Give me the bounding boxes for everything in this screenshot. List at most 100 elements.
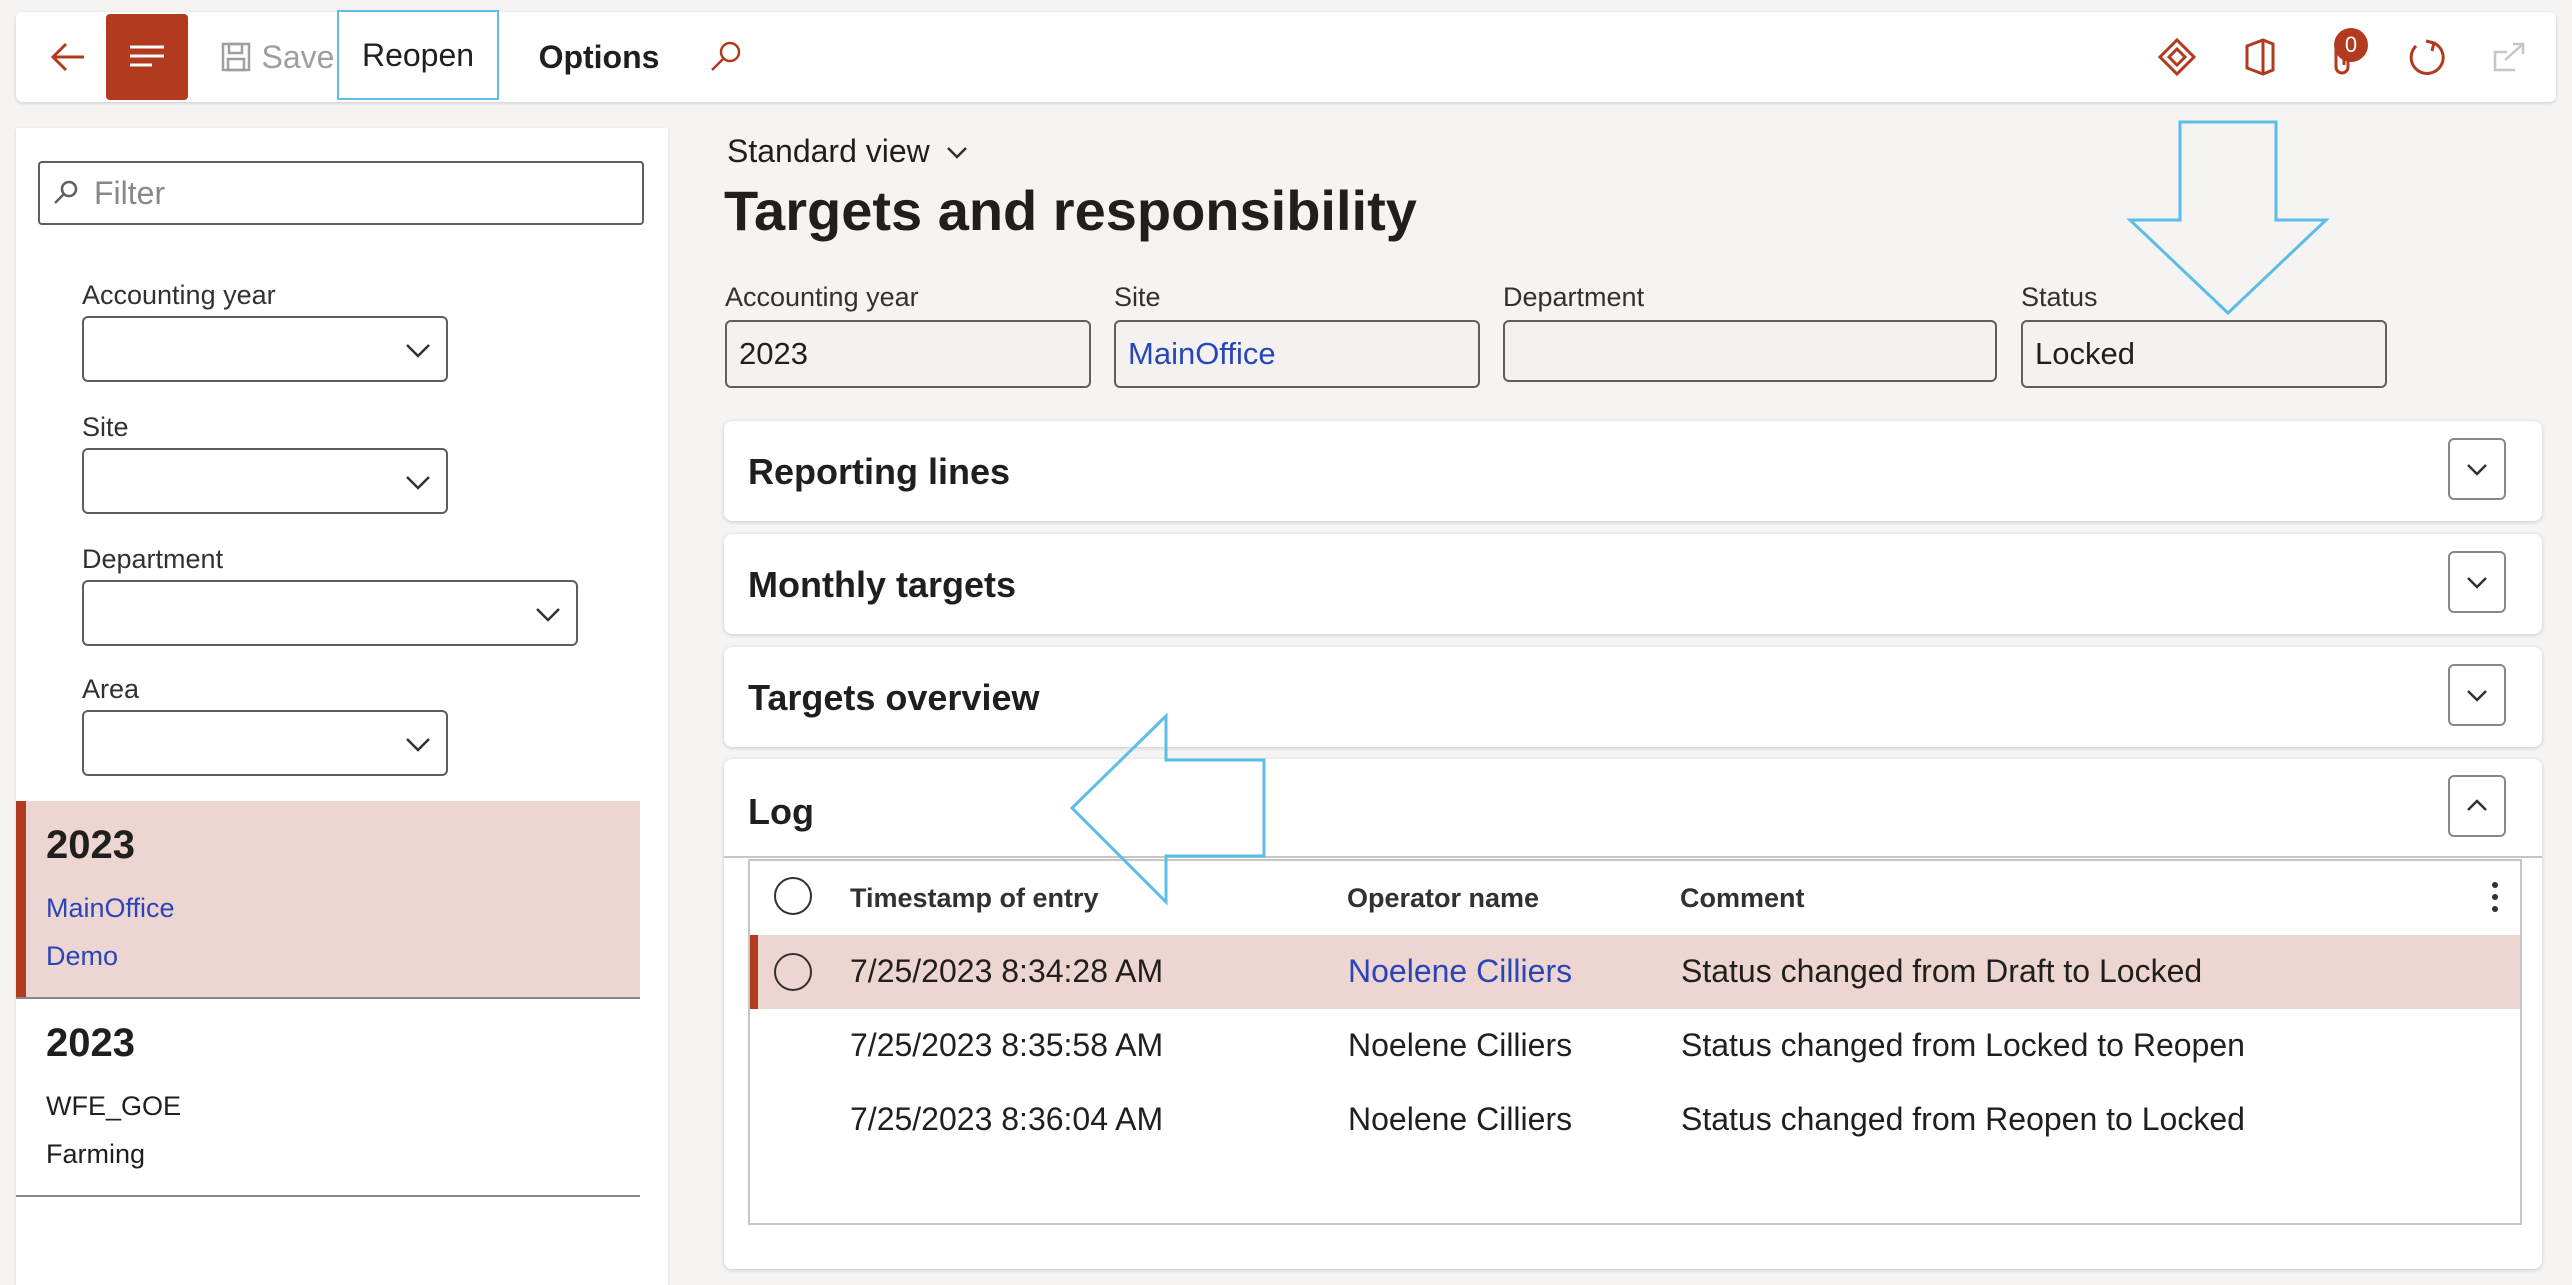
navigation-list-pane: Accounting year Site Department Area 202… xyxy=(16,128,668,1285)
reopen-label: Reopen xyxy=(361,36,475,73)
expand-section-button[interactable] xyxy=(2448,551,2506,613)
navigation-menu-button[interactable] xyxy=(106,14,188,100)
chevron-down-icon xyxy=(536,608,560,622)
open-in-new-window-button[interactable] xyxy=(2482,30,2536,84)
log-section: Log Timestamp of entry Operator name Com… xyxy=(724,759,2542,1269)
save-button[interactable]: Save xyxy=(212,12,342,102)
site-value-link[interactable]: MainOffice xyxy=(1128,336,1276,372)
chevron-down-icon xyxy=(2467,577,2487,589)
list-item[interactable]: 2023 MainOffice Demo xyxy=(16,801,640,999)
accounting-year-filter-label: Accounting year xyxy=(82,280,276,310)
refresh-button[interactable] xyxy=(2399,30,2453,84)
attachments-count-badge: 0 xyxy=(2334,28,2368,62)
column-header-operator[interactable]: Operator name xyxy=(1347,883,1539,914)
operator-cell-link[interactable]: Noelene Cilliers xyxy=(1348,953,1572,990)
back-button[interactable] xyxy=(38,12,98,102)
comment-cell: Status changed from Draft to Locked xyxy=(1681,953,2203,989)
search-button[interactable] xyxy=(696,12,756,102)
column-header-comment[interactable]: Comment xyxy=(1680,883,1805,914)
expand-section-button[interactable] xyxy=(2448,664,2506,726)
site-field[interactable]: MainOffice xyxy=(1114,320,1480,388)
site-filter-label: Site xyxy=(82,412,129,442)
site-label: Site xyxy=(1114,282,1161,312)
department-label: Department xyxy=(1503,282,1645,312)
status-field[interactable]: Locked xyxy=(2021,320,2387,388)
department-filter-label: Department xyxy=(82,544,224,574)
site-filter-select[interactable] xyxy=(82,448,448,514)
timestamp-cell: 7/25/2023 8:36:04 AM xyxy=(850,1101,1164,1137)
chevron-up-icon xyxy=(2467,799,2487,811)
chevron-down-icon xyxy=(2467,690,2487,702)
targets-overview-section: Targets overview xyxy=(724,647,2542,747)
record-site-link[interactable]: MainOffice xyxy=(46,893,175,924)
save-label: Save xyxy=(261,38,335,75)
filter-field[interactable] xyxy=(38,161,644,225)
record-site: WFE_GOE xyxy=(46,1091,182,1121)
row-select-radio[interactable] xyxy=(774,953,812,991)
office-icon xyxy=(2245,38,2275,76)
chevron-down-icon xyxy=(946,146,967,159)
accounting-year-filter-select[interactable] xyxy=(82,316,448,382)
view-selector-label: Standard view xyxy=(727,133,930,169)
power-apps-button[interactable] xyxy=(2150,30,2204,84)
save-icon xyxy=(221,42,250,72)
record-year: 2023 xyxy=(46,1021,135,1065)
down-arrow-annotation xyxy=(2126,120,2330,316)
timestamp-cell: 7/25/2023 8:34:28 AM xyxy=(850,953,1164,989)
back-arrow-icon xyxy=(50,42,84,72)
section-title: Log xyxy=(748,791,814,832)
comment-cell: Status changed from Locked to Reopen xyxy=(1681,1027,2245,1063)
record-year: 2023 xyxy=(46,823,135,867)
table-row[interactable]: 7/25/2023 8:35:58 AM Noelene Cilliers St… xyxy=(750,1009,2520,1083)
section-title: Reporting lines xyxy=(748,451,1011,492)
search-icon xyxy=(54,180,78,204)
monthly-targets-section: Monthly targets xyxy=(724,534,2542,634)
more-options-icon[interactable] xyxy=(2490,879,2500,915)
accounting-year-field[interactable]: 2023 xyxy=(725,320,1091,388)
page-title: Targets and responsibility xyxy=(724,179,1417,242)
power-apps-icon xyxy=(2158,38,2196,76)
area-filter-label: Area xyxy=(82,674,140,704)
collapse-section-button[interactable] xyxy=(2448,775,2506,837)
record-department: Farming xyxy=(46,1139,146,1169)
options-tab[interactable]: Options xyxy=(514,12,684,102)
log-grid: Timestamp of entry Operator name Comment… xyxy=(748,859,2522,1225)
grid-header-row: Timestamp of entry Operator name Comment xyxy=(750,861,2520,935)
operator-cell: Noelene Cilliers xyxy=(1348,1027,1573,1063)
status-label: Status xyxy=(2021,282,2098,312)
table-row[interactable]: 7/25/2023 8:36:04 AM Noelene Cilliers St… xyxy=(750,1083,2520,1157)
section-title: Monthly targets xyxy=(748,564,1017,605)
filter-input[interactable] xyxy=(92,173,596,213)
chevron-down-icon xyxy=(2467,464,2487,476)
accounting-year-value: 2023 xyxy=(739,336,808,371)
reopen-button[interactable]: Reopen xyxy=(337,10,499,100)
select-all-checkbox[interactable] xyxy=(774,877,812,915)
refresh-icon xyxy=(2409,39,2445,75)
comment-cell: Status changed from Reopen to Locked xyxy=(1681,1101,2245,1137)
chevron-down-icon xyxy=(406,738,430,752)
expand-section-button[interactable] xyxy=(2448,438,2506,500)
department-field[interactable] xyxy=(1503,320,1997,382)
operator-cell: Noelene Cilliers xyxy=(1348,1101,1573,1137)
view-selector[interactable]: Standard view xyxy=(727,133,970,170)
hamburger-icon xyxy=(130,45,164,67)
attachments-button[interactable]: 0 xyxy=(2316,28,2370,84)
action-pane: Save Reopen Options 0 xyxy=(16,10,2556,102)
timestamp-cell: 7/25/2023 8:35:58 AM xyxy=(850,1027,1164,1063)
reporting-lines-section: Reporting lines xyxy=(724,421,2542,521)
accounting-year-label: Accounting year xyxy=(725,282,919,312)
section-title: Targets overview xyxy=(748,677,1040,718)
department-filter-select[interactable] xyxy=(82,580,578,646)
record-department-link[interactable]: Demo xyxy=(46,941,118,972)
open-in-new-icon xyxy=(2493,42,2525,72)
chevron-down-icon xyxy=(406,344,430,358)
options-label: Options xyxy=(538,38,660,75)
list-item[interactable]: 2023 WFE_GOE Farming xyxy=(16,999,640,1197)
table-row[interactable]: 7/25/2023 8:34:28 AM Noelene Cilliers St… xyxy=(750,935,2520,1009)
column-header-timestamp[interactable]: Timestamp of entry xyxy=(850,883,1099,914)
status-value: Locked xyxy=(2035,336,2135,371)
area-filter-select[interactable] xyxy=(82,710,448,776)
chevron-down-icon xyxy=(406,476,430,490)
section-divider xyxy=(724,856,2542,858)
office-button[interactable] xyxy=(2233,30,2287,84)
